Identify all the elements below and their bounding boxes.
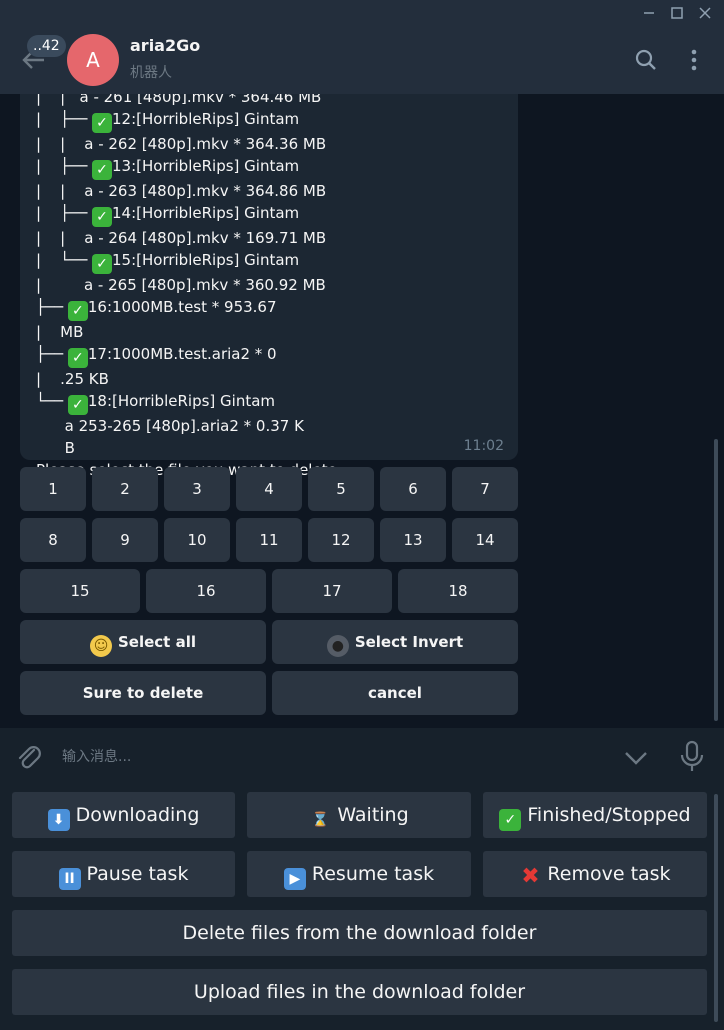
- more-vertical-icon[interactable]: [680, 46, 708, 74]
- select-all-button[interactable]: ☺ Select all: [20, 620, 266, 664]
- message-text: | | a - 261 [480p].mkv * 364.46 MB | ├── …: [36, 94, 506, 481]
- file-number-button-2[interactable]: 2: [92, 467, 158, 511]
- message-bubble: | | a - 261 [480p].mkv * 364.46 MB | ├── …: [20, 94, 518, 479]
- file-number-button-14[interactable]: 14: [452, 518, 518, 562]
- unread-badge: ..42: [27, 35, 66, 57]
- message-line: | | a - 263 [480p].mkv * 364.86 MB: [36, 182, 327, 200]
- message-line: ├── ✓ 17:1000MB.test.aria2 * 0: [36, 345, 277, 368]
- message-line: | ├── ✓ 14:[HorribleRips] Gintam: [36, 204, 300, 227]
- message-line: | MB: [36, 323, 84, 341]
- file-number-button-18[interactable]: 18: [398, 569, 518, 613]
- delete-files-button[interactable]: Delete files from the download folder: [12, 910, 707, 956]
- message-line: | .25 KB: [36, 370, 109, 388]
- message-time: 11:02: [463, 438, 504, 454]
- chat-header: ..42 A aria2Go 机器人: [0, 26, 724, 94]
- message-line: └── ✓ 18:[HorribleRips] Gintam: [36, 392, 276, 415]
- message-input[interactable]: [62, 742, 592, 772]
- check-mark-icon: ✓: [92, 113, 112, 133]
- cross-mark-icon: ✖: [521, 864, 540, 889]
- select-invert-label: Select Invert: [354, 633, 464, 651]
- check-mark-icon: ✓: [67, 301, 88, 321]
- file-number-button-5[interactable]: 5: [308, 467, 374, 511]
- message-line: a 253-265 [480p].aria2 * 0.37 K: [36, 417, 304, 435]
- play-icon: ▶: [283, 868, 306, 890]
- file-number-button-3[interactable]: 3: [164, 467, 230, 511]
- attach-icon[interactable]: [14, 742, 44, 776]
- check-mark-icon: ✓: [67, 395, 88, 415]
- message-line: | | a - 264 [480p].mkv * 169.71 MB: [36, 229, 327, 247]
- pause-label: Pause task: [86, 863, 189, 885]
- downloading-label: Downloading: [75, 804, 200, 826]
- message-line: ├── ✓ 16:1000MB.test * 953.67: [36, 298, 277, 321]
- check-mark-icon: ✓: [499, 809, 522, 831]
- chat-subtitle: 机器人: [130, 65, 172, 81]
- message-line: | ├── ✓ 13:[HorribleRips] Gintam: [36, 157, 300, 180]
- upload-files-button[interactable]: Upload files in the download folder: [12, 969, 707, 1015]
- file-number-button-4[interactable]: 4: [236, 467, 302, 511]
- cancel-button[interactable]: cancel: [272, 671, 518, 715]
- select-invert-button[interactable]: ● Select Invert: [272, 620, 518, 664]
- file-number-button-12[interactable]: 12: [308, 518, 374, 562]
- file-number-button-16[interactable]: 16: [146, 569, 266, 613]
- window-titlebar: [0, 0, 724, 26]
- select-all-label: Select all: [118, 633, 196, 651]
- chevron-down-icon[interactable]: [622, 744, 650, 776]
- check-mark-icon: ✓: [67, 348, 88, 368]
- file-number-button-6[interactable]: 6: [380, 467, 446, 511]
- maximize-icon[interactable]: [668, 4, 686, 22]
- file-number-button-11[interactable]: 11: [236, 518, 302, 562]
- pause-task-button[interactable]: II Pause task: [12, 851, 235, 897]
- slightly-smiling-face-icon: ☺: [90, 635, 112, 657]
- message-composer: [0, 728, 724, 786]
- message-line: | ├── ✓ 12:[HorribleRips] Gintam: [36, 110, 300, 133]
- close-icon[interactable]: [696, 4, 714, 22]
- reply-keyboard: ⬇ Downloading ⌛ Waiting ✓ Finished/Stopped …: [0, 786, 724, 1030]
- file-number-button-10[interactable]: 10: [164, 518, 230, 562]
- resume-task-button[interactable]: ▶ Resume task: [247, 851, 471, 897]
- file-number-button-1[interactable]: 1: [20, 467, 86, 511]
- message-line: | └── ✓ 15:[HorribleRips] Gintam: [36, 251, 300, 274]
- check-mark-icon: ✓: [92, 160, 112, 180]
- chat-scrollbar[interactable]: [714, 439, 718, 721]
- chat-title[interactable]: aria2Go: [130, 36, 200, 55]
- check-mark-icon: ✓: [92, 207, 112, 227]
- file-number-button-9[interactable]: 9: [92, 518, 158, 562]
- chat-area[interactable]: | | a - 261 [480p].mkv * 364.46 MB | ├── …: [0, 94, 724, 728]
- message-line: | | a - 261 [480p].mkv * 364.46 MB: [36, 94, 322, 106]
- remove-label: Remove task: [547, 863, 671, 885]
- message-line: | a - 265 [480p].mkv * 360.92 MB: [36, 276, 326, 294]
- file-number-button-13[interactable]: 13: [380, 518, 446, 562]
- file-number-button-7[interactable]: 7: [452, 467, 518, 511]
- avatar[interactable]: A: [67, 34, 119, 86]
- file-number-button-17[interactable]: 17: [272, 569, 392, 613]
- hourglass-icon: ⌛: [311, 812, 330, 828]
- minimize-icon[interactable]: [640, 4, 658, 22]
- file-number-button-15[interactable]: 15: [20, 569, 140, 613]
- new-moon-face-icon: ●: [326, 635, 349, 657]
- finished-stopped-button[interactable]: ✓ Finished/Stopped: [483, 792, 707, 838]
- remove-task-button[interactable]: ✖ Remove task: [483, 851, 707, 897]
- sure-to-delete-button[interactable]: Sure to delete: [20, 671, 266, 715]
- pause-icon: II: [58, 868, 81, 890]
- message-line: B: [36, 439, 75, 457]
- finished-label: Finished/Stopped: [527, 804, 691, 826]
- keyboard-scrollbar[interactable]: [714, 794, 718, 1022]
- resume-label: Resume task: [311, 863, 435, 885]
- downloading-button[interactable]: ⬇ Downloading: [12, 792, 235, 838]
- file-number-button-8[interactable]: 8: [20, 518, 86, 562]
- waiting-button[interactable]: ⌛ Waiting: [247, 792, 471, 838]
- search-icon[interactable]: [632, 46, 660, 74]
- check-mark-icon: ✓: [92, 254, 112, 274]
- down-arrow-icon: ⬇: [47, 809, 70, 831]
- waiting-label: Waiting: [337, 804, 409, 826]
- message-line: | | a - 262 [480p].mkv * 364.36 MB: [36, 135, 327, 153]
- microphone-icon[interactable]: [678, 740, 706, 778]
